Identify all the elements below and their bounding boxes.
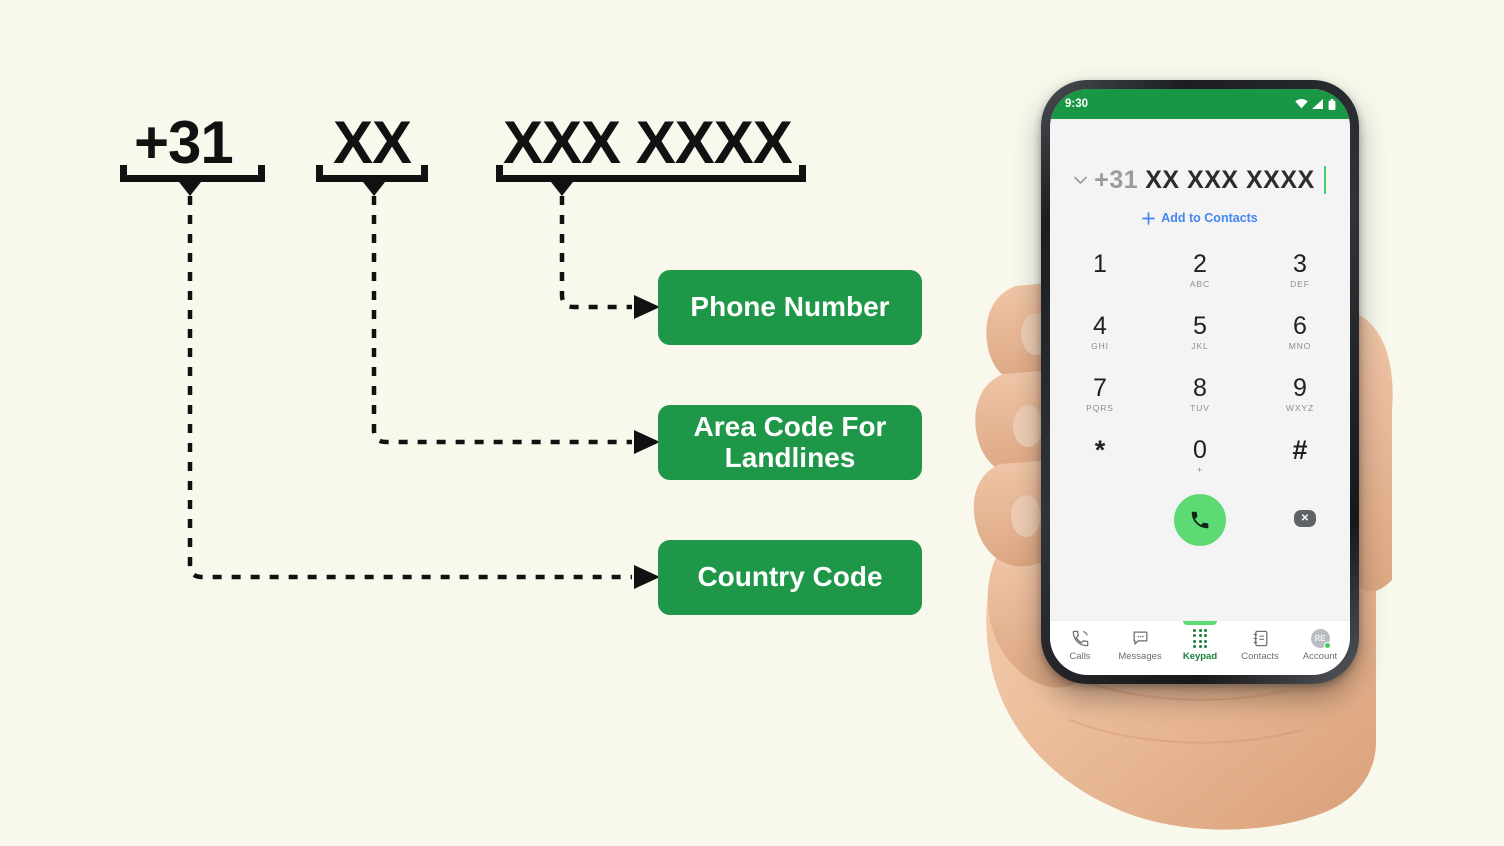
status-bar: 9:30 [1050,89,1350,119]
dialpad-key-hash-digit: # [1292,435,1308,465]
phone-screen: 9:30 +31 XX XXX XXXX Add to Contacts 1 2… [1050,89,1350,675]
plus-icon [1142,211,1156,225]
nav-item-keypad-label: Keypad [1182,651,1218,663]
avatar: RE [1310,629,1331,649]
marker-country-code [179,182,201,196]
dialpad-key-3-letters: DEF [1290,279,1310,289]
phone-handset-icon [1191,511,1209,529]
contacts-book-icon [1253,630,1267,647]
marker-area-code [363,182,385,196]
text-caret [1323,166,1326,194]
dialpad-key-8-digit: 8 [1193,374,1207,402]
dialpad-key-7[interactable]: 7 PQRS [1050,374,1150,422]
arrowhead-area-code [634,430,660,454]
phone-mockup: 9:30 +31 XX XXX XXXX Add to Contacts 1 2… [1041,80,1371,700]
battery-icon [1328,98,1336,110]
dialpad-key-star-digit: * [1094,435,1106,465]
dialpad: 1 2 ABC 3 DEF 4 GHI 5 JKL 6 MNO 7 PQRS 8… [1050,250,1350,484]
active-tab-indicator [1183,621,1217,625]
backspace-glyph: ✕ [1300,513,1310,524]
status-icons [1295,98,1336,110]
bottom-navigation: Calls Messages Keypad Contacts RE Accoun… [1050,620,1350,675]
diagram-canvas: +31 XX XXX XXXX Phone Number Area Code F… [0,0,1504,846]
dialpad-key-6[interactable]: 6 MNO [1250,312,1350,360]
message-bubble-icon [1133,631,1147,645]
arrowhead-phone-number [634,295,660,319]
dialpad-key-8-letters: TUV [1190,403,1210,413]
bracket-subscriber-number [496,158,806,182]
dialpad-key-9[interactable]: 9 WXYZ [1250,374,1350,422]
dialpad-key-5-letters: JKL [1191,341,1209,351]
callout-country-code: Country Code [658,540,922,615]
phone-outgoing-icon [1072,630,1088,647]
nav-item-contacts-label: Contacts [1241,651,1279,662]
dialpad-key-2-letters: ABC [1189,279,1211,289]
dialpad-key-star[interactable]: * [1050,436,1150,484]
chevron-down-icon[interactable] [1074,176,1088,185]
online-status-dot [1323,642,1331,649]
callout-area-code: Area Code For Landlines [658,405,922,480]
phone-frame: 9:30 +31 XX XXX XXXX Add to Contacts 1 2… [1041,80,1359,684]
dialpad-key-9-letters: WXYZ [1285,403,1315,413]
dialpad-key-3[interactable]: 3 DEF [1250,250,1350,298]
nav-item-calls[interactable]: Calls [1050,629,1110,662]
avatar-initials: RE [1314,634,1326,643]
add-to-contacts-label: Add to Contacts [1161,211,1258,225]
arrowhead-country-code [634,565,660,589]
add-to-contacts-button[interactable]: Add to Contacts [1050,211,1350,225]
nav-item-messages-label: Messages [1118,651,1162,662]
dialpad-key-7-letters: PQRS [1086,403,1114,413]
dialpad-key-3-digit: 3 [1293,250,1307,278]
dialpad-key-0-letters: + [1196,465,1204,475]
dialpad-key-4-letters: GHI [1091,341,1109,351]
dialpad-key-0-digit: 0 [1193,436,1207,464]
status-time: 9:30 [1065,98,1089,110]
dialpad-key-4[interactable]: 4 GHI [1050,312,1150,360]
connector-area-code [371,196,632,445]
dialer-display: +31 XX XXX XXXX Add to Contacts [1050,119,1350,225]
bracket-country-code [120,158,265,182]
nav-item-account[interactable]: RE Account [1290,629,1350,662]
dialpad-icon [1193,629,1207,649]
connector-phone-number [559,196,632,310]
connector-country-code [187,196,632,580]
nav-item-contacts[interactable]: Contacts [1230,629,1290,662]
dialpad-key-6-digit: 6 [1293,312,1307,340]
country-prefix[interactable]: +31 [1094,166,1138,195]
dialpad-key-2-digit: 2 [1193,250,1207,278]
dialpad-key-1[interactable]: 1 [1050,250,1150,298]
nav-item-calls-label: Calls [1069,651,1091,662]
call-button[interactable] [1174,494,1226,546]
nav-item-account-label: Account [1302,651,1338,662]
signal-icon [1312,99,1323,109]
dialed-number[interactable]: XX XXX XXXX [1145,166,1314,195]
dialpad-key-hash[interactable]: # [1250,436,1350,484]
dialpad-key-6-letters: MNO [1288,341,1312,351]
nav-item-messages[interactable]: Messages [1110,629,1170,662]
bracket-area-code [316,158,428,182]
dialpad-key-8[interactable]: 8 TUV [1150,374,1250,422]
wifi-icon [1295,99,1308,109]
dialpad-key-5-digit: 5 [1193,312,1207,340]
dialpad-key-7-digit: 7 [1093,374,1107,402]
dialpad-key-0[interactable]: 0 + [1150,436,1250,484]
dialpad-key-9-digit: 9 [1293,374,1307,402]
number-row[interactable]: +31 XX XXX XXXX [1050,163,1350,197]
dialpad-key-1-digit: 1 [1093,250,1107,278]
dialpad-key-4-digit: 4 [1093,312,1107,340]
dialer-actions: ✕ [1050,488,1350,560]
dialpad-key-2[interactable]: 2 ABC [1150,250,1250,298]
dialpad-key-5[interactable]: 5 JKL [1150,312,1250,360]
marker-subscriber-number [551,182,573,196]
backspace-button[interactable]: ✕ [1294,510,1316,527]
callout-phone-number: Phone Number [658,270,922,345]
nav-item-keypad[interactable]: Keypad [1170,621,1230,663]
